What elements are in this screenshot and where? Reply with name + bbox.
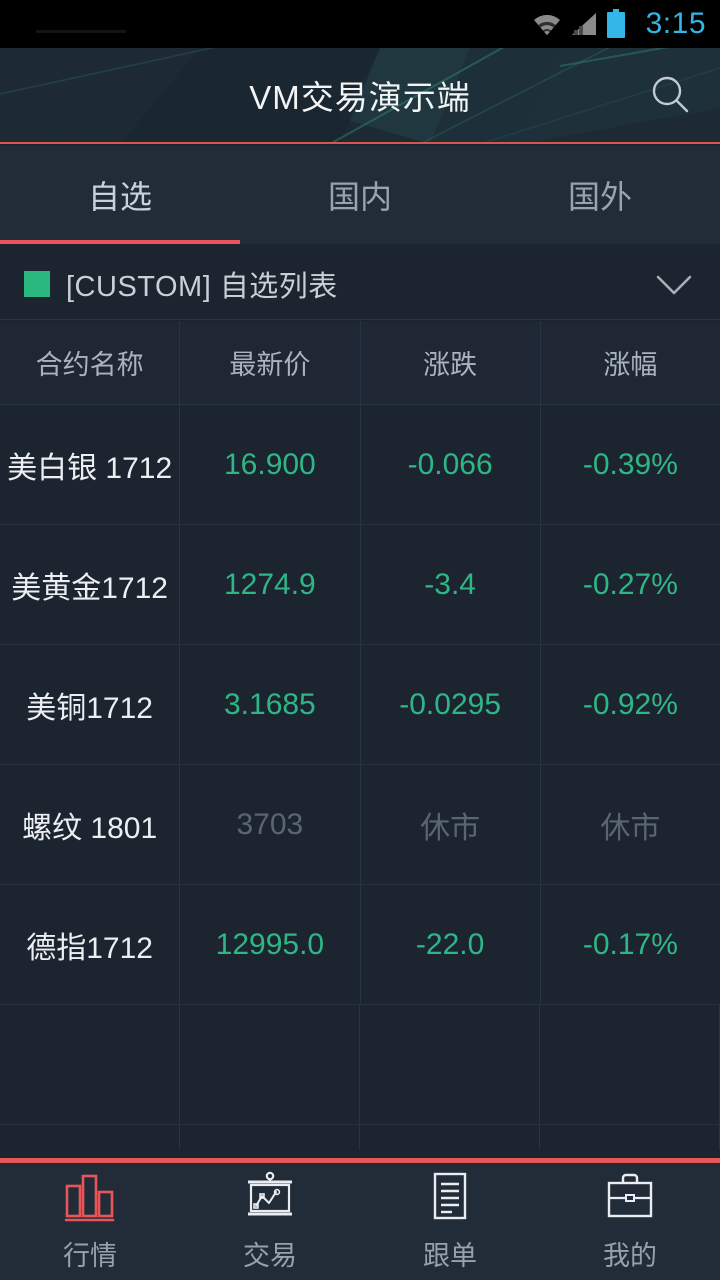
cell-percent: -0.17% (582, 927, 678, 961)
cell-empty (0, 1125, 180, 1150)
market-tabs: 自选 国内 国外 (0, 146, 720, 244)
battery-icon (606, 9, 625, 38)
chevron-down-icon[interactable] (652, 269, 696, 299)
status-time: 3:15 (645, 7, 706, 40)
cell-change: -3.4 (361, 525, 541, 644)
search-button[interactable] (642, 67, 698, 123)
table-row[interactable]: 美黄金1712 1274.9 -3.4 -0.27% (0, 525, 720, 645)
column-header-percent: 涨幅 (603, 350, 658, 380)
cell-name: 螺纹 1801 (0, 765, 181, 884)
table-row[interactable]: 美白银 1712 16.900 -0.066 -0.39% (0, 405, 720, 525)
tab-custom[interactable]: 自选 (0, 146, 240, 244)
quote-table: 合约名称 最新价 涨跌 涨幅 美白银 1712 16.900 -0.066 -0… (0, 321, 720, 1158)
cell-change: -0.066 (361, 405, 541, 524)
page-title: VM交易演示端 (249, 79, 471, 116)
tab-overseas[interactable]: 国外 (480, 146, 720, 244)
status-bar: 3:15 (0, 0, 720, 48)
briefcase-icon (607, 1173, 653, 1218)
cell-name: 美铜1712 (0, 645, 181, 764)
cell-last: 3703 (180, 765, 361, 884)
tab-domestic[interactable]: 国内 (240, 146, 480, 244)
table-row[interactable]: 美铜1712 3.1685 -0.0295 -0.92% (0, 645, 720, 765)
table-row-empty (0, 1125, 720, 1150)
cell-empty (360, 1005, 540, 1124)
chart-board-icon (248, 1171, 292, 1216)
nav-label: 跟单 (423, 1241, 477, 1271)
table-row-empty (0, 1005, 720, 1125)
cell-last: 12995.0 (180, 885, 361, 1004)
column-header-name: 合约名称 (0, 321, 181, 404)
signal-bars-icon (571, 13, 596, 35)
nav-item-mine[interactable]: 我的 (540, 1163, 720, 1280)
cell-empty (0, 1005, 180, 1124)
tab-label: 自选 (87, 179, 152, 215)
cell-empty (180, 1125, 360, 1150)
app-header: VM交易演示端 (0, 48, 720, 144)
nav-item-follow[interactable]: 跟单 (360, 1163, 540, 1280)
nav-label: 行情 (63, 1241, 117, 1271)
bar-chart-icon (64, 1174, 115, 1222)
table-header-row: 合约名称 最新价 涨跌 涨幅 (0, 321, 720, 405)
column-header-change: 涨跌 (361, 321, 541, 404)
cell-last: 16.900 (180, 405, 361, 524)
cell-change: 休市 (361, 765, 541, 884)
table-row[interactable]: 螺纹 1801 3703 休市 休市 (0, 765, 720, 885)
app-root: 3:15 VM交易演示端 自选 国内 国外 [CUSTOM] 自选列表 合约名称… (0, 0, 720, 1280)
group-color-indicator (24, 270, 50, 297)
cell-last: 1274.9 (180, 525, 361, 644)
cell-name: 德指1712 (0, 885, 181, 1004)
group-header[interactable]: [CUSTOM] 自选列表 (0, 248, 720, 320)
cell-name: 美黄金1712 (0, 525, 181, 644)
nav-item-market[interactable]: 行情 (0, 1163, 180, 1280)
cell-empty (540, 1005, 720, 1124)
cell-percent: -0.27% (582, 567, 678, 601)
cell-empty (360, 1125, 540, 1150)
cell-empty (180, 1005, 360, 1124)
cell-percent: -0.39% (582, 447, 678, 481)
bottom-navigation: 行情 交易 跟单 我的 (0, 1158, 720, 1280)
wifi-icon (533, 14, 560, 35)
cell-percent: 休市 (600, 811, 661, 845)
cell-change: -22.0 (361, 885, 541, 1004)
nav-item-trade[interactable]: 交易 (180, 1163, 360, 1280)
tab-label: 国外 (567, 179, 632, 215)
active-tab-indicator (0, 240, 240, 244)
cell-empty (540, 1125, 720, 1150)
cell-last: 3.1685 (180, 645, 361, 764)
cell-change: -0.0295 (361, 645, 541, 764)
tab-label: 国内 (327, 179, 392, 215)
column-header-last: 最新价 (180, 321, 361, 404)
nav-label: 我的 (603, 1241, 657, 1271)
table-row[interactable]: 德指1712 12995.0 -22.0 -0.17% (0, 885, 720, 1005)
cell-name: 美白银 1712 (0, 405, 181, 524)
nav-label: 交易 (243, 1241, 297, 1271)
document-icon (433, 1172, 467, 1220)
group-label: [CUSTOM] 自选列表 (66, 270, 338, 303)
search-icon (652, 76, 689, 113)
cell-percent: -0.92% (582, 687, 678, 721)
notification-indicator (36, 30, 126, 33)
status-icons: 3:15 (530, 9, 706, 39)
